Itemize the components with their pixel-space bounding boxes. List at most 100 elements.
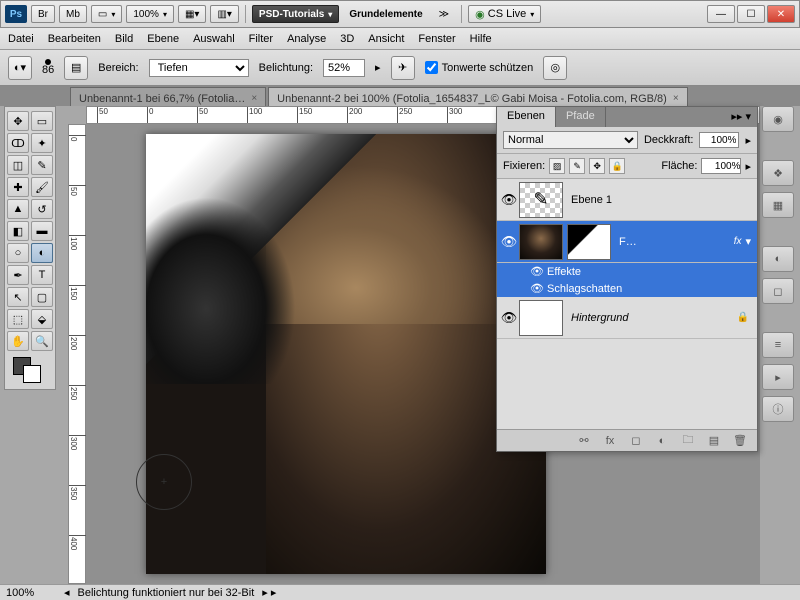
- new-layer-icon[interactable]: ▤: [705, 433, 723, 449]
- effects-row[interactable]: 👁Effekte: [497, 263, 757, 280]
- shape-tool[interactable]: ▢: [31, 287, 53, 307]
- menu-hilfe[interactable]: Hilfe: [470, 33, 492, 45]
- zoom-level[interactable]: 100%: [126, 5, 174, 23]
- layer-thumb[interactable]: [519, 224, 563, 260]
- status-zoom[interactable]: 100%: [6, 587, 56, 599]
- menu-ansicht[interactable]: Ansicht: [368, 33, 404, 45]
- wand-tool[interactable]: ✦: [31, 133, 53, 153]
- status-arrow-left[interactable]: ◂: [64, 586, 70, 599]
- layer-name[interactable]: F…: [615, 236, 734, 248]
- move-tool[interactable]: ✥: [7, 111, 29, 131]
- workspace-psd[interactable]: PSD-Tutorials: [252, 5, 339, 23]
- belichtung-input[interactable]: [323, 59, 365, 77]
- menu-auswahl[interactable]: Auswahl: [193, 33, 235, 45]
- cslive-button[interactable]: ◉CS Live: [468, 5, 541, 23]
- dodge-tool[interactable]: ◐: [31, 243, 53, 263]
- screen-mode[interactable]: ▭: [91, 5, 122, 23]
- panel-menu-icon[interactable]: ▸▸ ▾: [725, 107, 757, 127]
- lock-trans-icon[interactable]: ▨: [549, 158, 565, 174]
- current-tool-icon[interactable]: ◐▾: [8, 56, 32, 80]
- visibility-icon[interactable]: 👁: [499, 234, 519, 250]
- bereich-select[interactable]: Tiefen: [149, 59, 249, 77]
- gradient-tool[interactable]: ▬: [31, 221, 53, 241]
- tonwerte-check[interactable]: [425, 61, 438, 74]
- tablet-pressure-icon[interactable]: ◎: [543, 56, 567, 80]
- eraser-tool[interactable]: ◧: [7, 221, 29, 241]
- doc-tab-1[interactable]: Unbenannt-1 bei 66,7% (Fotolia…×: [70, 87, 266, 106]
- ruler-vertical[interactable]: 0 50 100 150 200 250 300 350 400: [68, 124, 86, 584]
- tab-ebenen[interactable]: Ebenen: [497, 107, 556, 127]
- layer-name[interactable]: Hintergrund: [567, 312, 737, 324]
- menu-analyse[interactable]: Analyse: [287, 33, 326, 45]
- trash-icon[interactable]: 🗑: [731, 433, 749, 449]
- dock-color-icon[interactable]: ◉: [762, 106, 794, 132]
- dock-history-icon[interactable]: ≡: [762, 332, 794, 358]
- maximize-button[interactable]: ☐: [737, 5, 765, 23]
- adjust-icon[interactable]: ◐: [653, 433, 671, 449]
- layer-thumb[interactable]: ✎: [519, 182, 563, 218]
- close-icon[interactable]: ×: [251, 93, 257, 104]
- dock-masks-icon[interactable]: ◻: [762, 278, 794, 304]
- workspace-more[interactable]: ≫: [433, 5, 455, 23]
- layer-row[interactable]: 👁 F… fx▾: [497, 221, 757, 263]
- lock-pixels-icon[interactable]: ✎: [569, 158, 585, 174]
- dock-channels-icon[interactable]: ▦: [762, 192, 794, 218]
- blend-mode-select[interactable]: Normal: [503, 131, 638, 149]
- 3d-cam-tool[interactable]: ⬙: [31, 309, 53, 329]
- arrange-docs[interactable]: ▥▾: [210, 5, 238, 23]
- heal-tool[interactable]: ✚: [7, 177, 29, 197]
- lock-pos-icon[interactable]: ✥: [589, 158, 605, 174]
- status-arrow-right[interactable]: ▸ ▸: [262, 586, 276, 599]
- opacity-input[interactable]: [699, 132, 739, 148]
- mask-icon[interactable]: ◻: [627, 433, 645, 449]
- dropshadow-row[interactable]: 👁Schlagschatten: [497, 280, 757, 297]
- marquee-tool[interactable]: ▭: [31, 111, 53, 131]
- 3d-tool[interactable]: ⬚: [7, 309, 29, 329]
- fx-badge[interactable]: fx: [734, 236, 742, 247]
- layer-row[interactable]: 👁 Hintergrund 🔒: [497, 297, 757, 339]
- tab-pfade[interactable]: Pfade: [556, 107, 606, 127]
- workspace-grund[interactable]: Grundelemente: [343, 5, 428, 23]
- close-button[interactable]: ✕: [767, 5, 795, 23]
- folder-icon[interactable]: 🗀: [679, 433, 697, 449]
- link-icon[interactable]: ⚯: [575, 433, 593, 449]
- dock-info-icon[interactable]: ⓘ: [762, 396, 794, 422]
- view-extras[interactable]: ▦▾: [178, 5, 206, 23]
- visibility-icon[interactable]: 👁: [499, 310, 519, 326]
- dock-actions-icon[interactable]: ▸: [762, 364, 794, 390]
- fx-icon[interactable]: fx: [601, 433, 619, 449]
- color-swatches[interactable]: [7, 357, 53, 385]
- path-tool[interactable]: ↖: [7, 287, 29, 307]
- blur-tool[interactable]: ○: [7, 243, 29, 263]
- layer-row[interactable]: 👁 ✎ Ebene 1: [497, 179, 757, 221]
- layer-thumb[interactable]: [519, 300, 563, 336]
- brush-tool[interactable]: 🖌: [31, 177, 53, 197]
- menu-bearbeiten[interactable]: Bearbeiten: [48, 33, 101, 45]
- crop-tool[interactable]: ◫: [7, 155, 29, 175]
- minibridge-button[interactable]: Mb: [59, 5, 87, 23]
- pen-tool[interactable]: ✒: [7, 265, 29, 285]
- belichtung-stepper[interactable]: ▸: [375, 61, 381, 74]
- zoom-tool[interactable]: 🔍: [31, 331, 53, 351]
- bridge-button[interactable]: Br: [31, 5, 55, 23]
- eyedropper-tool[interactable]: ✎: [31, 155, 53, 175]
- doc-tab-2[interactable]: Unbenannt-2 bei 100% (Fotolia_1654837_L©…: [268, 87, 688, 106]
- fill-input[interactable]: [701, 158, 741, 174]
- menu-3d[interactable]: 3D: [340, 33, 354, 45]
- minimize-button[interactable]: —: [707, 5, 735, 23]
- layer-mask-thumb[interactable]: [567, 224, 611, 260]
- menu-fenster[interactable]: Fenster: [418, 33, 455, 45]
- dock-adjust-icon[interactable]: ◐: [762, 246, 794, 272]
- stamp-tool[interactable]: ▲: [7, 199, 29, 219]
- menu-ebene[interactable]: Ebene: [147, 33, 179, 45]
- visibility-icon[interactable]: 👁: [499, 192, 519, 208]
- menu-bild[interactable]: Bild: [115, 33, 133, 45]
- menu-filter[interactable]: Filter: [249, 33, 273, 45]
- brush-preset[interactable]: 86: [42, 59, 54, 76]
- close-icon[interactable]: ×: [673, 93, 679, 104]
- lock-all-icon[interactable]: 🔒: [609, 158, 625, 174]
- lasso-tool[interactable]: ↀ: [7, 133, 29, 153]
- brush-panel-icon[interactable]: ▤: [64, 56, 88, 80]
- menu-datei[interactable]: Datei: [8, 33, 34, 45]
- dock-layers-icon[interactable]: ❖: [762, 160, 794, 186]
